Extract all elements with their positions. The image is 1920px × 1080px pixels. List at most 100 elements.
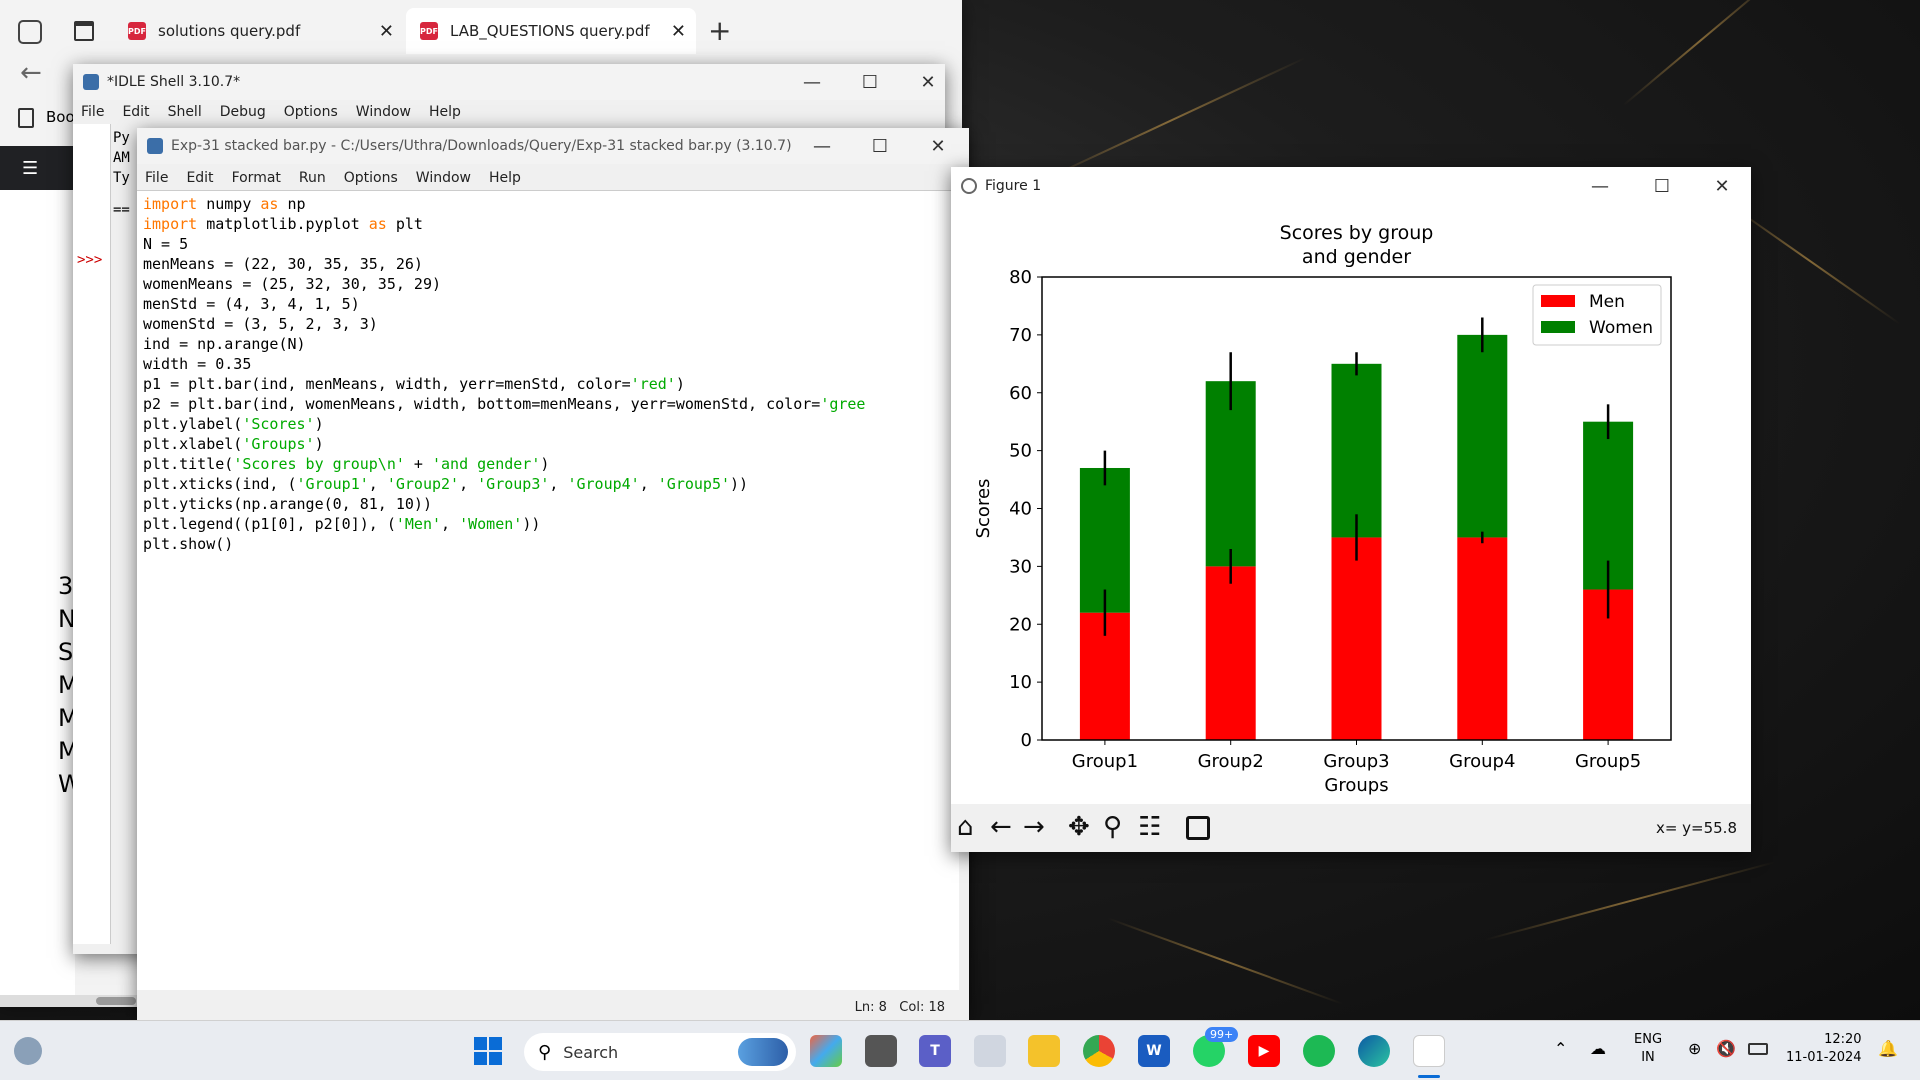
maximize-button[interactable]: ☐: [841, 64, 899, 100]
tab-actions-icon[interactable]: [74, 21, 94, 41]
menu-file[interactable]: File: [81, 104, 104, 120]
shell-prompt: >>>: [77, 252, 103, 268]
language-indicator[interactable]: ENG IN: [1634, 1031, 1662, 1067]
code-string: 'Women': [459, 515, 523, 533]
code-line[interactable]: p2 = plt.bar(ind, womenMeans, width, bot…: [143, 394, 865, 414]
list-icon[interactable]: ☰: [22, 158, 38, 179]
start-icon[interactable]: [474, 1037, 502, 1065]
menu-shell[interactable]: Shell: [168, 104, 202, 120]
edge-icon[interactable]: [1358, 1035, 1390, 1067]
teams-icon[interactable]: T: [919, 1035, 951, 1067]
menu-edit[interactable]: Edit: [122, 104, 149, 120]
code-line[interactable]: womenStd = (3, 5, 2, 3, 3): [143, 314, 865, 334]
close-button[interactable]: ✕: [909, 128, 967, 164]
code-line[interactable]: plt.yticks(np.arange(0, 81, 10)): [143, 494, 865, 514]
configure-subplots-icon[interactable]: ☷: [1138, 812, 1161, 842]
code-line[interactable]: import matplotlib.pyplot as plt: [143, 214, 865, 234]
task-view-icon[interactable]: [865, 1035, 897, 1067]
code-line[interactable]: import numpy as np: [143, 194, 865, 214]
code-line[interactable]: menMeans = (22, 30, 35, 35, 26): [143, 254, 865, 274]
network-icon[interactable]: ⊕: [1688, 1039, 1701, 1058]
y-tick-label: 0: [1021, 730, 1032, 751]
word-icon[interactable]: W: [1138, 1035, 1170, 1067]
figure-window: Figure 1 — ☐ ✕ Scores by group and gender…: [951, 167, 1751, 852]
clock[interactable]: 12:20 11-01-2024: [1786, 1031, 1862, 1067]
tab-solutions[interactable]: PDF solutions query.pdf ✕: [114, 8, 404, 54]
volume-muted-icon[interactable]: 🔇: [1716, 1039, 1736, 1058]
minimize-button[interactable]: —: [783, 64, 841, 100]
youtube-icon[interactable]: ▶: [1248, 1035, 1280, 1067]
close-button[interactable]: ✕: [1693, 167, 1751, 205]
tray-icon[interactable]: ☁: [1590, 1039, 1606, 1058]
bar-men: [1331, 537, 1382, 740]
forward-arrow-icon[interactable]: →: [1023, 812, 1045, 842]
menu-format[interactable]: Format: [232, 170, 281, 186]
file-icon[interactable]: [974, 1035, 1006, 1067]
close-button[interactable]: ✕: [899, 64, 957, 100]
code-line[interactable]: menStd = (4, 3, 4, 1, 5): [143, 294, 865, 314]
menu-window[interactable]: Window: [416, 170, 471, 186]
minimize-button[interactable]: —: [793, 128, 851, 164]
code-line[interactable]: plt.title('Scores by group\n' + 'and gen…: [143, 454, 865, 474]
maximize-button[interactable]: ☐: [851, 128, 909, 164]
home-icon[interactable]: ⌂: [957, 812, 974, 842]
close-tab-icon[interactable]: ✕: [379, 21, 394, 42]
bookmark-icon[interactable]: [18, 108, 34, 128]
zoom-icon[interactable]: ⚲: [1103, 812, 1122, 842]
pdf-toolbar: ☰: [0, 146, 75, 190]
code-line[interactable]: plt.show(): [143, 534, 865, 554]
menu-help[interactable]: Help: [489, 170, 521, 186]
back-icon[interactable]: ←: [20, 58, 42, 88]
new-tab-icon[interactable]: +: [708, 14, 731, 47]
menu-options[interactable]: Options: [284, 104, 338, 120]
pan-icon[interactable]: ✥: [1068, 812, 1090, 842]
legend-swatch-women: [1541, 321, 1575, 333]
close-tab-icon[interactable]: ✕: [671, 21, 686, 42]
code-text: womenStd = (3, 5, 2, 3, 3): [143, 315, 378, 333]
code-text: womenMeans = (25, 32, 30, 35, 29): [143, 275, 442, 293]
maximize-button[interactable]: ☐: [1633, 167, 1691, 205]
tab-lab-questions[interactable]: PDF LAB_QUESTIONS query.pdf ✕: [406, 8, 696, 54]
code-line[interactable]: plt.ylabel('Scores'): [143, 414, 865, 434]
code-string: 'Scores by group\n': [233, 455, 405, 473]
menu-edit[interactable]: Edit: [186, 170, 213, 186]
copilot-icon[interactable]: [810, 1035, 842, 1067]
menu-options[interactable]: Options: [344, 170, 398, 186]
menu-file[interactable]: File: [145, 170, 168, 186]
search-box[interactable]: ⚲ Search: [524, 1033, 796, 1071]
code-line[interactable]: plt.legend((p1[0], p2[0]), ('Men', 'Wome…: [143, 514, 865, 534]
menu-window[interactable]: Window: [356, 104, 411, 120]
stacked-bar-chart: Scores by groupand gender Group1 Group2 Gro…: [973, 222, 1672, 796]
code-text: plt.legend((p1[0], p2[0]), (: [143, 515, 396, 533]
horizontal-scrollbar[interactable]: [0, 995, 140, 1007]
menu-run[interactable]: Run: [299, 170, 326, 186]
editor-code[interactable]: import numpy as np import matplotlib.pypl…: [143, 194, 865, 554]
menu-debug[interactable]: Debug: [220, 104, 266, 120]
active-indicator: [1418, 1075, 1440, 1078]
minimize-button[interactable]: —: [1571, 167, 1629, 205]
back-arrow-icon[interactable]: ←: [990, 812, 1012, 842]
weather-icon[interactable]: [14, 1037, 42, 1065]
chrome-icon[interactable]: [1083, 1035, 1115, 1067]
code-line[interactable]: width = 0.35: [143, 354, 865, 374]
python-figure-icon[interactable]: [1413, 1035, 1445, 1067]
scrollbar-thumb[interactable]: [96, 997, 136, 1005]
workspaces-icon[interactable]: [18, 20, 42, 44]
notification-bell-icon[interactable]: 🔔: [1878, 1039, 1898, 1058]
code-text: plt.xlabel(: [143, 435, 243, 453]
file-explorer-icon[interactable]: [1028, 1035, 1060, 1067]
spotify-icon[interactable]: [1303, 1035, 1335, 1067]
figure-titlebar: Figure 1 — ☐ ✕: [951, 167, 1751, 205]
code-line[interactable]: N = 5: [143, 234, 865, 254]
menu-help[interactable]: Help: [429, 104, 461, 120]
code-line[interactable]: ind = np.arange(N): [143, 334, 865, 354]
code-line[interactable]: plt.xticks(ind, ('Group1', 'Group2', 'Gr…: [143, 474, 865, 494]
battery-icon[interactable]: [1748, 1043, 1768, 1055]
code-string: 'Groups': [242, 435, 315, 453]
chevron-up-icon[interactable]: ⌃: [1554, 1039, 1567, 1058]
code-line[interactable]: plt.xlabel('Groups'): [143, 434, 865, 454]
bookmark-label[interactable]: Boo: [46, 108, 75, 126]
save-icon[interactable]: [1186, 816, 1210, 840]
code-line[interactable]: womenMeans = (25, 32, 30, 35, 29): [143, 274, 865, 294]
code-line[interactable]: p1 = plt.bar(ind, menMeans, width, yerr=…: [143, 374, 865, 394]
